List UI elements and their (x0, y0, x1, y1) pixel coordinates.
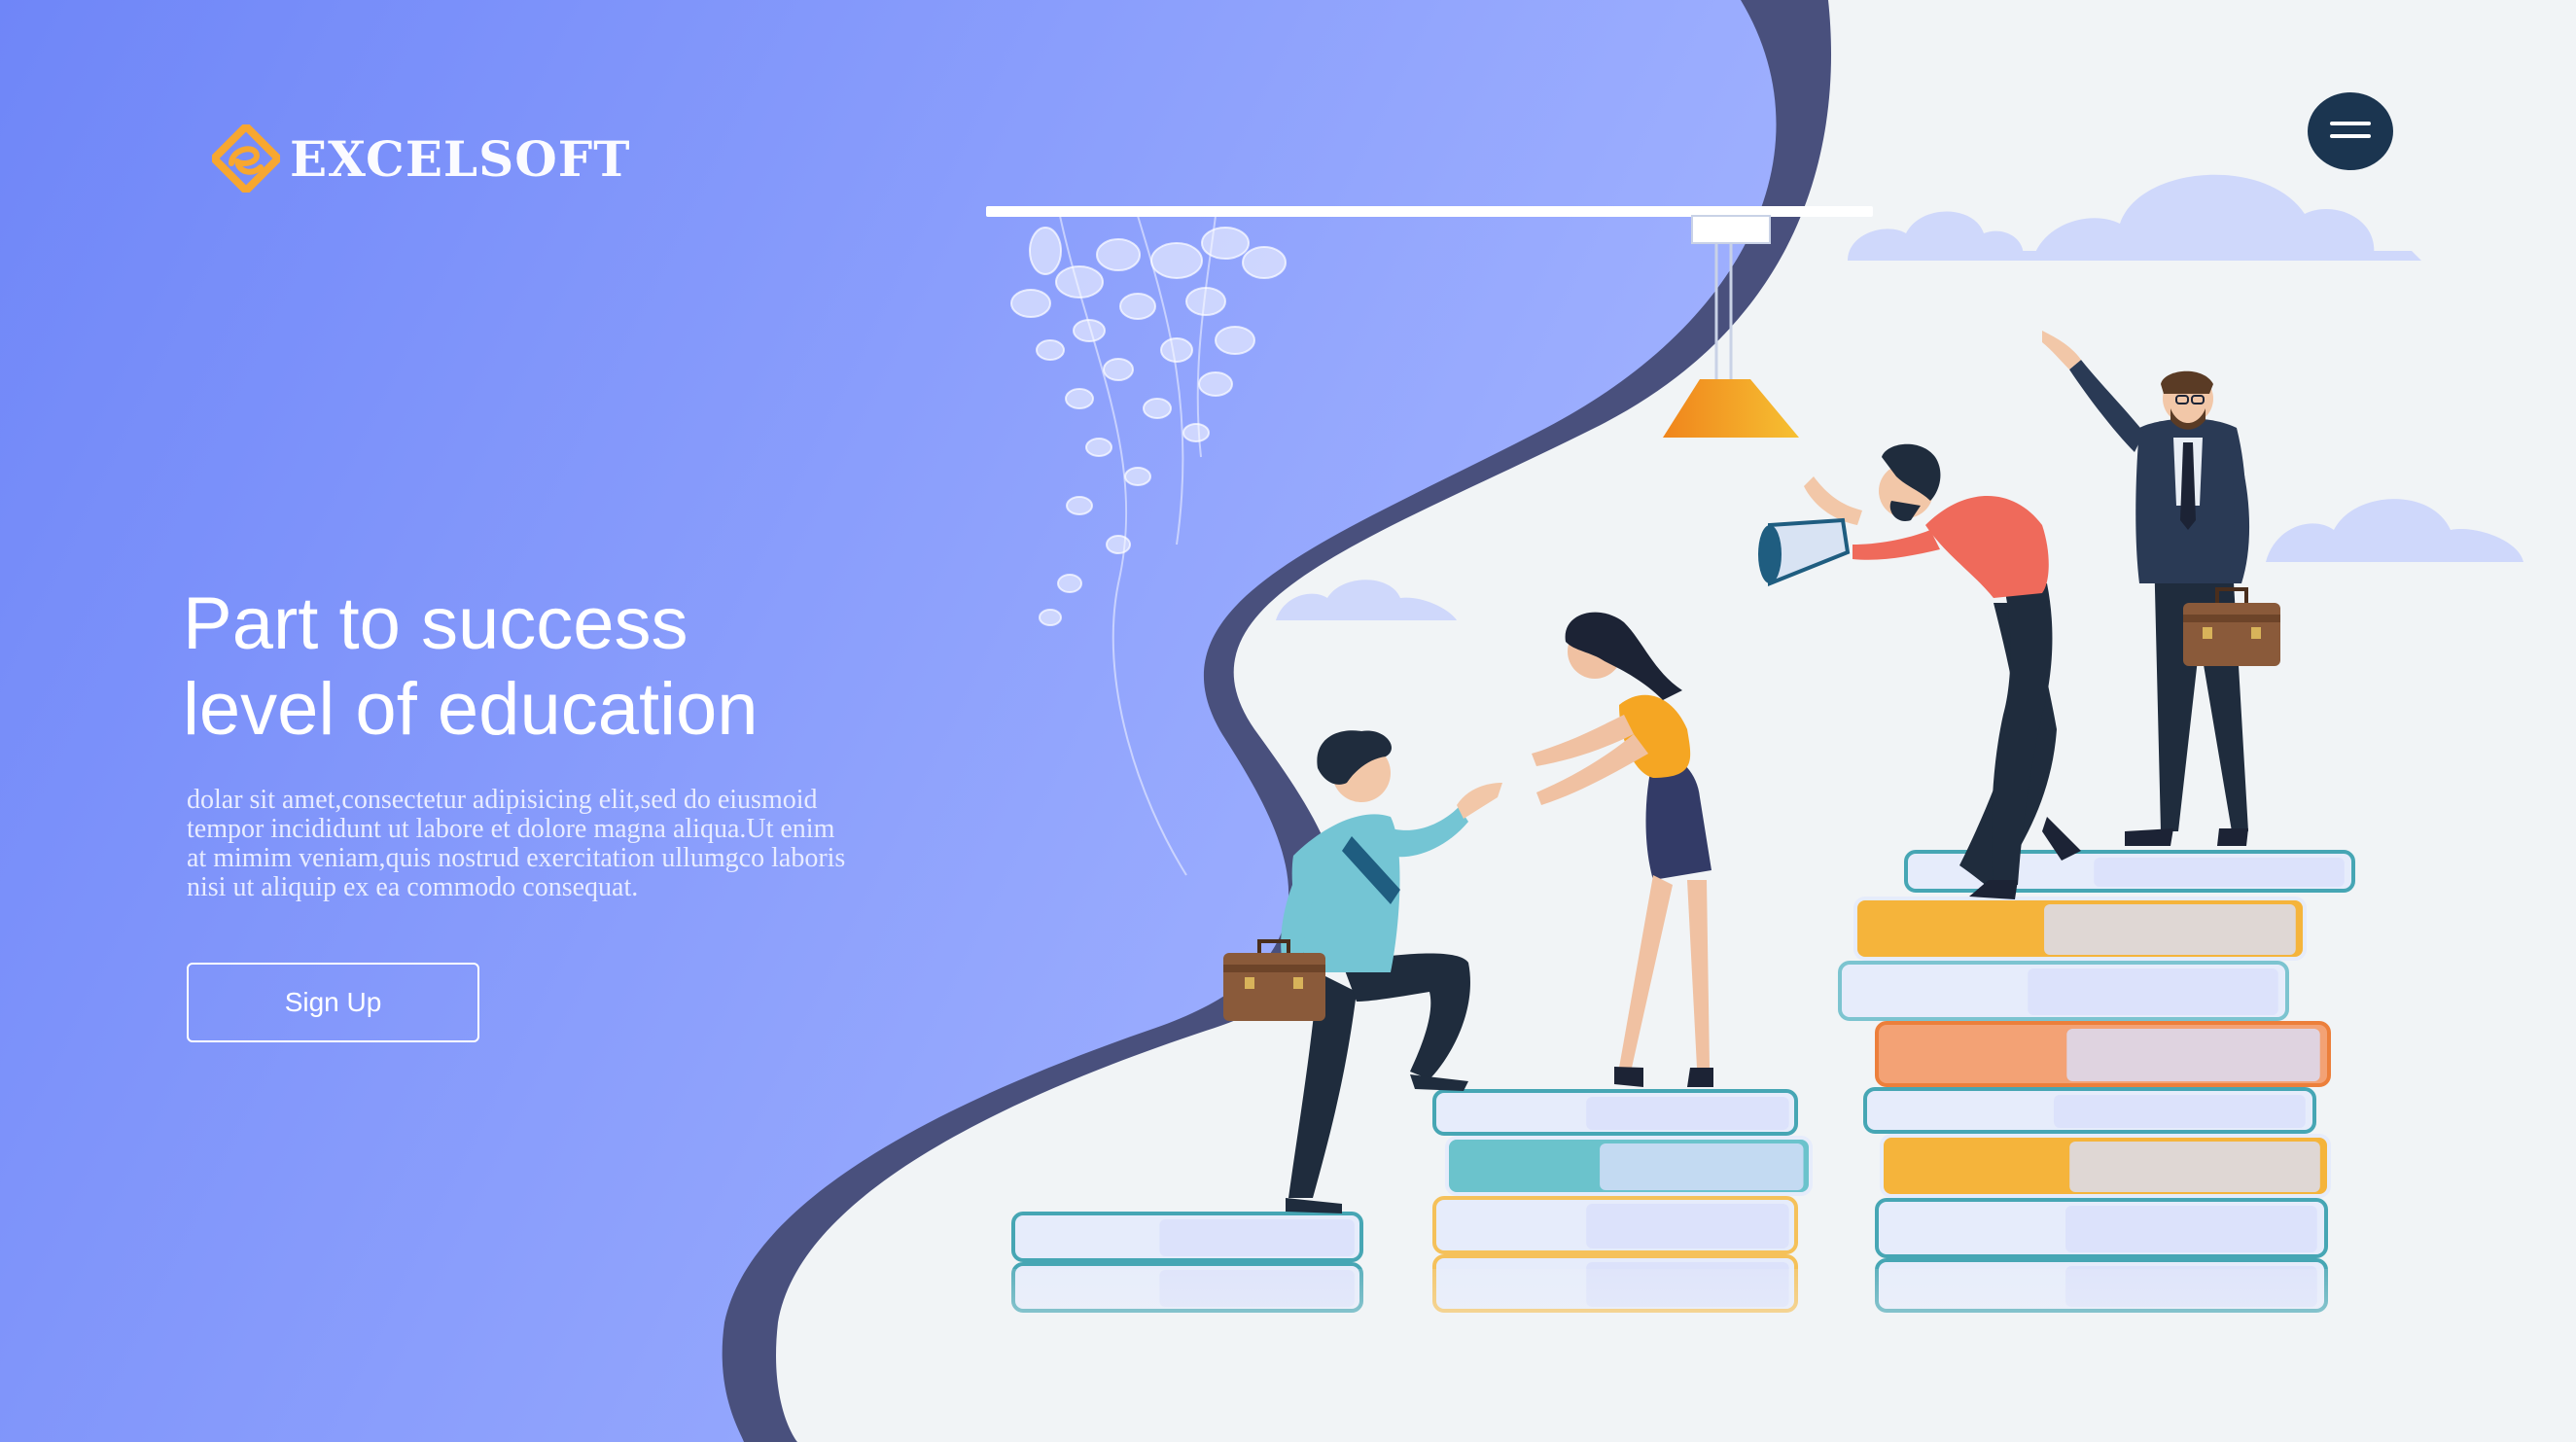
brand-logo[interactable]: EXCELSOFT (212, 124, 630, 193)
menu-button[interactable] (2308, 92, 2393, 170)
description-line: dolar sit amet,consectetur adipisicing e… (187, 785, 818, 815)
person-icon (1758, 443, 2081, 899)
hamburger-menu-icon (2330, 122, 2371, 125)
brand-name: EXCELSOFT (290, 129, 631, 188)
sign-up-button[interactable]: Sign Up (187, 963, 479, 1042)
hamburger-menu-icon (2330, 134, 2371, 138)
headline-line: Part to success (183, 582, 688, 665)
hero-headline: Part to success level of education (183, 581, 961, 753)
headline-line: level of education (183, 668, 759, 751)
description-line: at mimim veniam,quis nostrud exercitatio… (187, 843, 846, 873)
hero-description: dolar sit amet,consectetur adipisicing e… (187, 786, 906, 902)
person-icon (1532, 612, 1713, 1087)
description-line: tempor incididunt ut labore et dolore ma… (187, 814, 835, 844)
logo-icon (212, 124, 280, 193)
description-line: nisi ut aliquip ex ea commodo consequat. (187, 872, 639, 902)
person-icon (2042, 331, 2280, 846)
